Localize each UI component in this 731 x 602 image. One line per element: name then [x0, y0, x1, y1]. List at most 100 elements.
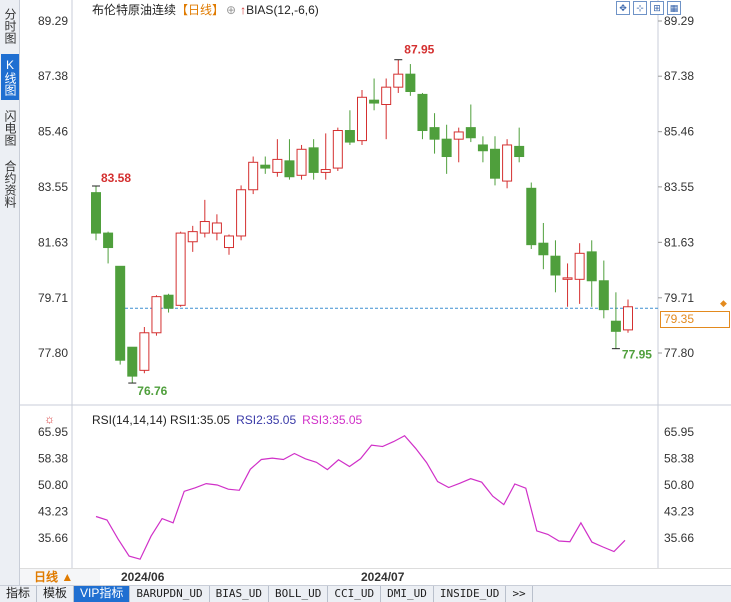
indicator-tab-5[interactable]: BOLL_UD	[269, 586, 329, 602]
candle-body	[623, 306, 633, 331]
price-tick-right: 89.29	[664, 14, 694, 28]
candle-body	[357, 96, 367, 142]
indicator-tab-9[interactable]: >>	[506, 586, 533, 602]
candle-body	[490, 148, 500, 179]
rsi-tick-left: 58.38	[38, 451, 68, 465]
candle-body	[320, 169, 331, 173]
rsi2-value: RSI2:35.05	[236, 413, 297, 427]
price-annotation: 87.95	[404, 43, 434, 57]
indicator-tab-2[interactable]: VIP指标	[74, 586, 131, 602]
date-label-june: 2024/06	[121, 570, 165, 584]
candle-body	[405, 73, 416, 93]
chart-area: 89.29 89.29 87.38 87.38 85.46 85.46 83.55 83.55…	[20, 0, 731, 568]
rsi3-series-line	[95, 434, 626, 560]
candle-body	[526, 187, 537, 246]
tab-kline[interactable]: K线图	[1, 54, 19, 100]
indicator-tabs: 指标 模板 VIP指标 BARUPDN_UD BIAS_UD BOLL_UD CCI_UD D…	[0, 585, 731, 602]
candle-body	[199, 221, 210, 234]
price-tick-right: 79.71	[664, 291, 694, 305]
price-tick-left: 89.29	[38, 14, 68, 28]
price-annotation: 77.95	[622, 348, 652, 362]
rsi-tick-right: 50.80	[664, 478, 694, 492]
candle-body	[284, 160, 295, 178]
candle-body	[441, 138, 452, 158]
candle-body	[163, 294, 174, 309]
candle-body	[586, 251, 597, 282]
date-axis: 2024/06 2024/07	[100, 568, 731, 585]
candle-body	[477, 144, 488, 152]
rsi-tick-left: 50.80	[38, 478, 68, 492]
price-tick-right: 81.63	[664, 235, 694, 249]
price-tick-right: 85.46	[664, 125, 694, 139]
candle-body	[381, 86, 392, 106]
candle-body	[369, 99, 380, 104]
rsi-tick-right: 58.38	[664, 451, 694, 465]
indicator-tab-7[interactable]: DMI_UD	[381, 586, 434, 602]
price-tick-left: 85.46	[38, 125, 68, 139]
tab-timeshare[interactable]: 分时图	[1, 3, 19, 49]
candle-body	[103, 232, 114, 249]
date-label-july: 2024/07	[361, 570, 405, 584]
candle-body	[417, 93, 428, 132]
indicator-tab-3[interactable]: BARUPDN_UD	[130, 586, 210, 602]
tab-contract-info[interactable]: 合约资料	[1, 154, 19, 214]
indicator-tab-8[interactable]: INSIDE_UD	[434, 586, 507, 602]
price-annotation: 83.58	[101, 171, 131, 185]
candle-body	[465, 127, 476, 139]
period-selector[interactable]: 日线 ▲	[20, 568, 100, 585]
tab-flash-chart[interactable]: 闪电图	[1, 103, 19, 153]
candle-body	[502, 144, 513, 182]
candle-body	[550, 255, 561, 276]
price-annotation: 76.76	[137, 384, 167, 398]
candle-body	[260, 164, 271, 169]
indicator-tab-0[interactable]: 指标	[0, 586, 38, 602]
move-icon[interactable]: ⊹	[633, 1, 647, 15]
candle-body	[429, 127, 440, 140]
zoom-icon[interactable]: ⊕	[226, 3, 236, 17]
candle-body	[308, 147, 319, 173]
price-tick-right: 83.55	[664, 180, 694, 194]
candle-body	[514, 145, 525, 158]
candle-body	[127, 346, 138, 377]
indicator-tab-1[interactable]: 模板	[37, 586, 75, 602]
settings-icon[interactable]: ☼	[44, 412, 55, 426]
candle-body	[91, 192, 101, 234]
instrument-title: 布伦特原油连续	[92, 3, 177, 17]
candle-body	[598, 280, 609, 311]
price-tick-left: 81.63	[38, 235, 68, 249]
rsi-header: RSI(14,14,14) RSI1:35.05 RSI2:35.05 RSI3:3…	[92, 413, 362, 427]
price-tick-left: 79.71	[38, 291, 68, 305]
price-marker-icon: ◆	[720, 298, 727, 308]
rsi1-value: RSI(14,14,14) RSI1:35.05	[92, 413, 231, 427]
price-tick-right: 77.80	[664, 346, 694, 360]
period-label[interactable]: 【日线】	[176, 3, 224, 17]
candle-body	[393, 73, 404, 88]
price-tick-left: 77.80	[38, 346, 68, 360]
candle-body	[211, 222, 222, 234]
candle-body	[296, 148, 307, 176]
candle-body	[453, 131, 464, 140]
rsi-tick-right: 35.66	[664, 531, 694, 545]
candle-body	[344, 130, 355, 143]
candle-body	[538, 242, 549, 256]
current-price-tag: 79.35	[660, 311, 730, 328]
text-icon[interactable]: ⊞	[650, 1, 664, 15]
candle-body	[175, 232, 186, 306]
candle-body	[187, 231, 198, 243]
candle-body	[272, 158, 283, 173]
candle-body	[610, 320, 621, 332]
chart-svg[interactable]: 89.29 89.29 87.38 87.38 85.46 85.46 83.55 83.55…	[20, 0, 731, 568]
candle-body	[115, 265, 126, 361]
candle-body	[236, 189, 247, 237]
candle-body	[151, 296, 162, 334]
rsi-tick-left: 65.95	[38, 425, 68, 439]
candle-body	[224, 235, 234, 249]
rsi-tick-right: 43.23	[664, 505, 694, 519]
chart-toolbar: ✥ ⊹ ⊞ ▦	[616, 0, 684, 16]
indicator-tab-6[interactable]: CCI_UD	[328, 586, 382, 602]
expand-icon[interactable]: ✥	[616, 1, 630, 15]
grid-icon[interactable]: ▦	[667, 1, 681, 15]
sidebar: 分时图 K线图 闪电图 合约资料	[0, 0, 20, 602]
rsi-tick-left: 35.66	[38, 531, 68, 545]
indicator-tab-4[interactable]: BIAS_UD	[210, 586, 269, 602]
